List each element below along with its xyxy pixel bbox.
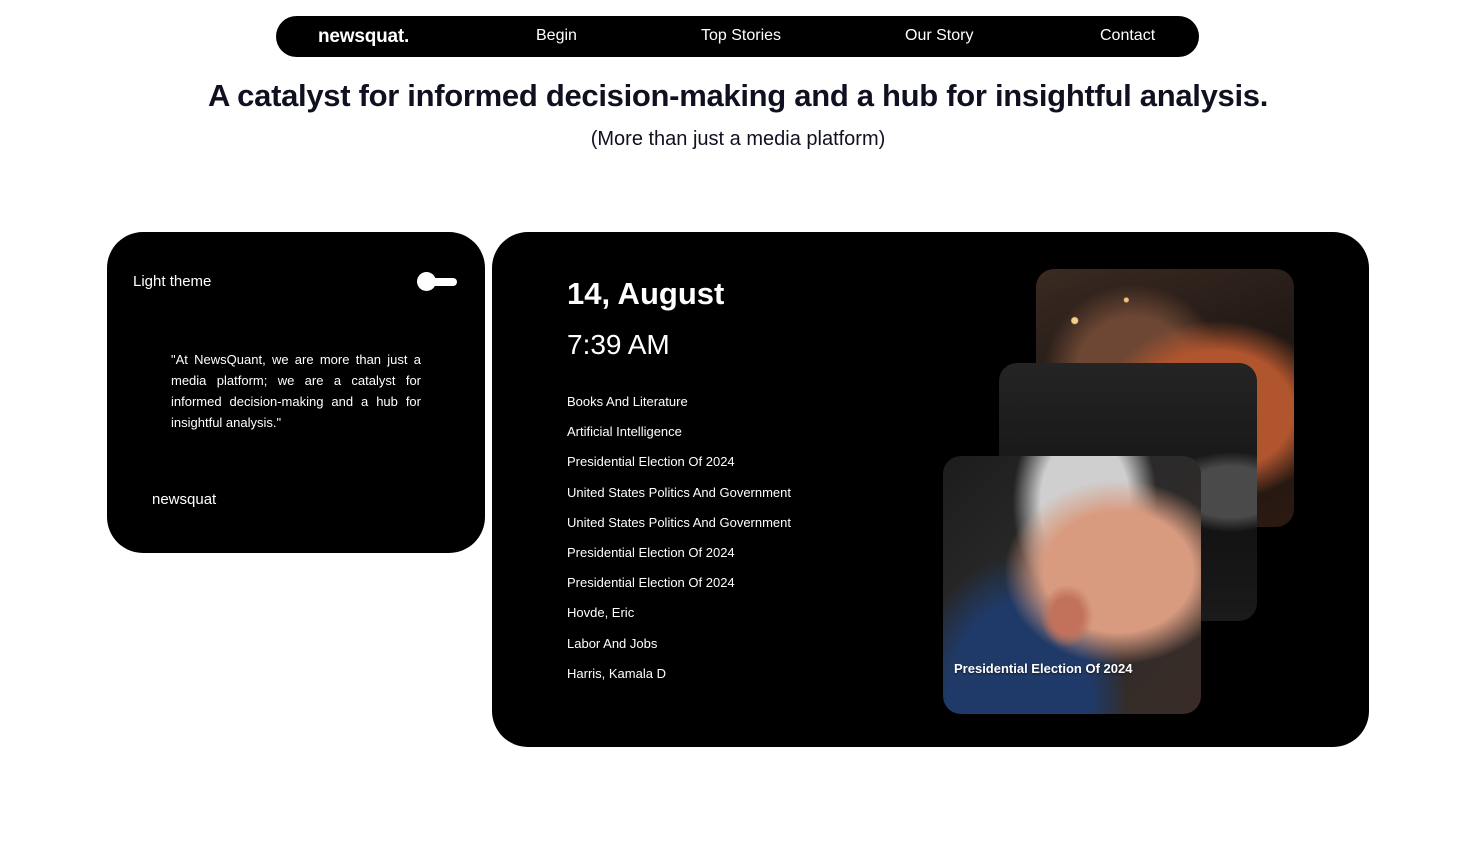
theme-toggle[interactable] xyxy=(417,272,459,292)
story-image-caption: Presidential Election Of 2024 xyxy=(954,661,1133,676)
topic-item[interactable]: Presidential Election Of 2024 xyxy=(567,453,791,483)
topic-item[interactable]: Hovde, Eric xyxy=(567,604,791,634)
topic-item[interactable]: Artificial Intelligence xyxy=(567,423,791,453)
topic-item[interactable]: Presidential Election Of 2024 xyxy=(567,574,791,604)
topic-item[interactable]: Labor And Jobs xyxy=(567,635,791,665)
nav-link-top-stories[interactable]: Top Stories xyxy=(701,27,781,45)
nav-link-contact[interactable]: Contact xyxy=(1100,27,1155,45)
toggle-knob xyxy=(417,272,436,291)
topic-item[interactable]: Presidential Election Of 2024 xyxy=(567,544,791,574)
top-navbar: newsquat. Begin Top Stories Our Story Co… xyxy=(276,16,1199,57)
topic-item[interactable]: Books And Literature xyxy=(567,393,791,423)
nav-link-our-story[interactable]: Our Story xyxy=(905,27,973,45)
page-headline: A catalyst for informed decision-making … xyxy=(207,78,1269,113)
about-card: Light theme "At NewsQuant, we are more t… xyxy=(107,232,485,553)
brand-logo[interactable]: newsquat. xyxy=(318,26,409,48)
nav-link-begin[interactable]: Begin xyxy=(536,27,577,45)
topic-item[interactable]: United States Politics And Government xyxy=(567,484,791,514)
current-time: 7:39 AM xyxy=(567,329,670,360)
story-image-portrait[interactable]: Presidential Election Of 2024 xyxy=(943,456,1201,714)
card-brand-name: newsquat xyxy=(152,491,217,508)
current-date: 14, August xyxy=(567,276,725,311)
topic-list: Books And Literature Artificial Intellig… xyxy=(567,393,791,695)
news-feed-card: 14, August 7:39 AM Books And Literature … xyxy=(492,232,1369,747)
topic-item[interactable]: United States Politics And Government xyxy=(567,514,791,544)
page-subheadline: (More than just a media platform) xyxy=(590,128,886,150)
theme-toggle-label: Light theme xyxy=(133,273,212,290)
mission-quote: "At NewsQuant, we are more than just a m… xyxy=(171,352,421,430)
topic-item[interactable]: Harris, Kamala D xyxy=(567,665,791,695)
